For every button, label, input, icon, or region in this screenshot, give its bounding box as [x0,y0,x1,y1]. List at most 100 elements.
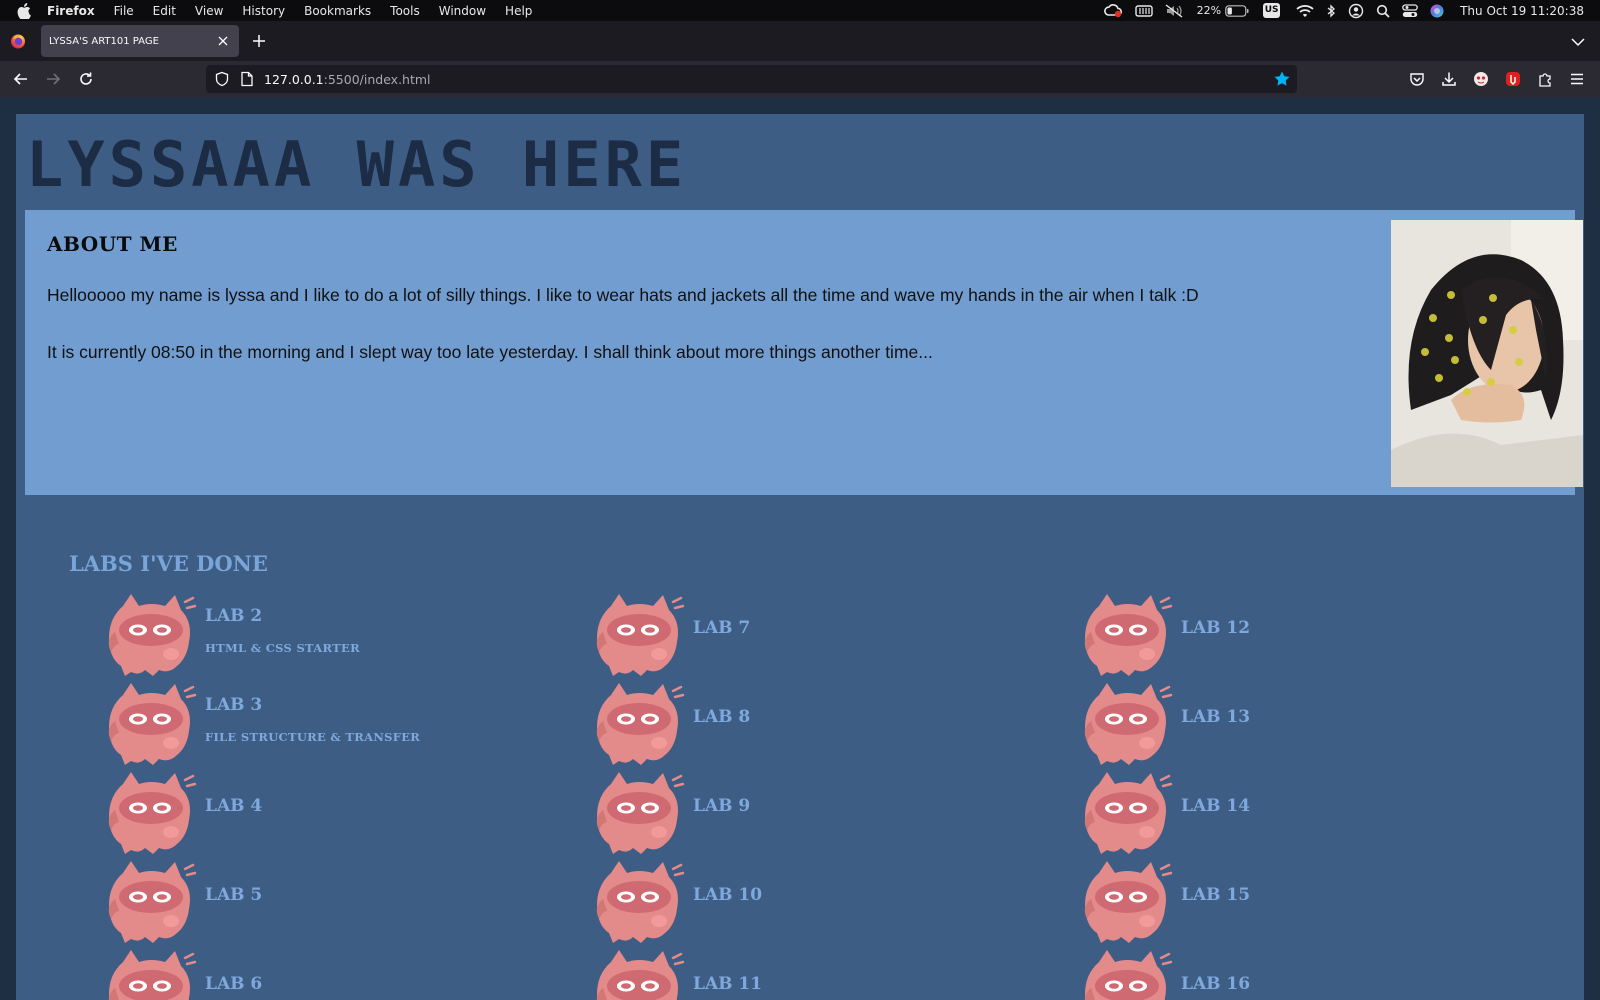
list-all-tabs-icon[interactable] [1570,34,1586,48]
lab-name: LAB 6 [205,974,263,994]
pink-mascot-icon [1081,592,1173,676]
new-tab-icon[interactable] [250,32,268,50]
about-heading: ABOUT ME [47,232,178,256]
about-me-section: ABOUT ME Hellooooo my name is lyssa and … [25,210,1583,495]
creative-cloud-icon[interactable] [1103,0,1123,21]
user-account-icon[interactable] [1348,0,1364,21]
menu-help[interactable]: Help [505,4,532,18]
lab-name: LAB 9 [693,796,751,816]
tracking-protection-shield-icon[interactable] [214,71,230,87]
input-source-label: US [1263,3,1281,18]
lab-item-10[interactable]: LAB 10 [593,859,1053,945]
pink-mascot-icon [105,948,197,1000]
menu-edit[interactable]: Edit [153,4,176,18]
apple-menu-icon[interactable] [17,2,33,19]
back-icon[interactable] [12,70,30,88]
menu-tools[interactable]: Tools [390,4,420,18]
extension-red-icon[interactable] [1504,70,1522,88]
lab-item-13[interactable]: LAB 13 [1081,681,1541,767]
lab-item-16[interactable]: LAB 16 [1081,948,1541,1000]
pink-mascot-icon [105,770,197,854]
lab-item-11[interactable]: LAB 11 [593,948,1053,1000]
lab-description: FILE STRUCTURE & TRANSFER [205,730,421,744]
lab-name: LAB 13 [1181,707,1251,727]
menu-clock[interactable]: Thu Oct 19 11:20:38 [1460,4,1584,18]
lab-item-7[interactable]: LAB 7 [593,592,1053,678]
pink-mascot-icon [593,592,685,676]
menu-window[interactable]: Window [439,4,486,18]
downloads-icon[interactable] [1440,70,1458,88]
page-title: LYSSAAA WAS HERE [26,128,688,201]
lab-item-12[interactable]: LAB 12 [1081,592,1541,678]
menu-bookmarks[interactable]: Bookmarks [304,4,371,18]
lab-name: LAB 7 [693,618,751,638]
extensions-puzzle-icon[interactable] [1536,70,1554,88]
lab-name: LAB 11 [693,974,763,994]
pocket-icon[interactable] [1408,70,1426,88]
bluetooth-icon[interactable] [1326,0,1336,21]
lab-name: LAB 8 [693,707,751,727]
lab-item-14[interactable]: LAB 14 [1081,770,1541,856]
pink-mascot-icon [593,859,685,943]
lab-name: LAB 5 [205,885,263,905]
lab-name: LAB 3 [205,695,263,715]
lab-item-3[interactable]: LAB 3 FILE STRUCTURE & TRANSFER [105,681,565,767]
page-container: LYSSAAA WAS HERE ABOUT ME Hellooooo my n… [16,114,1584,1000]
lab-name: LAB 2 [205,606,263,626]
pink-mascot-icon [593,770,685,854]
app-menu-hamburger-icon[interactable] [1568,70,1586,88]
battery-percent: 22% [1196,4,1222,17]
control-center-icon[interactable] [1402,0,1418,21]
labs-heading: LABS I'VE DONE [69,551,268,576]
lab-item-2[interactable]: LAB 2 HTML & CSS STARTER [105,592,565,678]
tab-strip: LYSSA'S ART101 PAGE [0,21,1600,61]
lab-item-6[interactable]: LAB 6 [105,948,565,1000]
wifi-icon[interactable] [1296,0,1314,21]
forward-icon [44,70,62,88]
lab-name: LAB 12 [1181,618,1251,638]
url-host: 127.0.0.1 [264,71,324,87]
tab-active[interactable]: LYSSA'S ART101 PAGE [41,25,239,57]
lab-name: LAB 4 [205,796,263,816]
audio-muted-icon[interactable] [1165,0,1183,21]
input-source-icon[interactable]: US [1263,0,1281,21]
address-bar[interactable]: 127.0.0.1:5500/index.html [206,65,1297,93]
lab-item-9[interactable]: LAB 9 [593,770,1053,856]
lab-item-4[interactable]: LAB 4 [105,770,565,856]
lab-name: LAB 14 [1181,796,1251,816]
lab-name: LAB 16 [1181,974,1251,994]
lab-description: HTML & CSS STARTER [205,641,360,655]
bookmark-star-icon[interactable] [1273,70,1291,88]
profile-photo [1391,220,1583,487]
reload-icon[interactable] [77,70,95,88]
battery-icon[interactable] [1225,0,1249,21]
navigation-toolbar: 127.0.0.1:5500/index.html [0,61,1600,97]
pink-mascot-icon [1081,859,1173,943]
close-tab-icon[interactable] [215,33,231,49]
siri-icon[interactable] [1430,0,1444,21]
memory-meter-icon[interactable] [1134,0,1153,21]
menu-file[interactable]: File [114,4,134,18]
page-info-icon[interactable] [240,71,254,87]
pink-mascot-icon [105,681,197,765]
extension-avatar-icon[interactable] [1472,70,1490,88]
lab-item-15[interactable]: LAB 15 [1081,859,1541,945]
menu-view[interactable]: View [195,4,223,18]
lab-item-8[interactable]: LAB 8 [593,681,1053,767]
about-paragraph-2: It is currently 08:50 in the morning and… [47,342,933,362]
firefox-view-icon[interactable] [10,33,26,49]
menu-history[interactable]: History [242,4,285,18]
menu-firefox[interactable]: Firefox [47,4,95,18]
status-area: 22% US Thu Oct 19 11:20:38 [1091,0,1600,21]
pink-mascot-icon [593,681,685,765]
pink-mascot-icon [593,948,685,1000]
url-text[interactable]: 127.0.0.1:5500/index.html [264,72,431,87]
lab-item-5[interactable]: LAB 5 [105,859,565,945]
pink-mascot-icon [1081,770,1173,854]
lab-name: LAB 10 [693,885,763,905]
pink-mascot-icon [1081,948,1173,1000]
lab-name: LAB 15 [1181,885,1251,905]
spotlight-search-icon[interactable] [1376,0,1390,21]
page-viewport: LYSSAAA WAS HERE ABOUT ME Hellooooo my n… [0,97,1600,1000]
pink-mascot-icon [105,859,197,943]
